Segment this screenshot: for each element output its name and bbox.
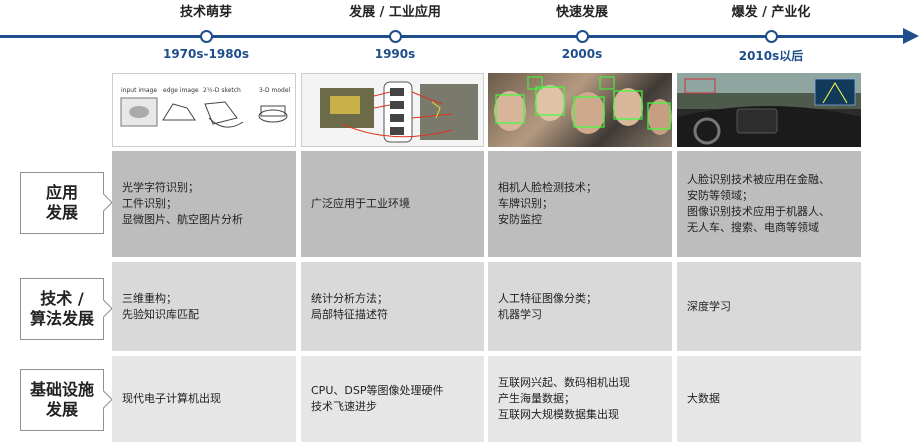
- thumbnail-vision-stages: input image edge image 2½-D sketch 3-D m…: [112, 73, 296, 147]
- thumbnail-feature-matching: [301, 73, 484, 147]
- era-3: 快速发展 2000s: [488, 0, 676, 61]
- era-1: 技术萌芽 1970s-1980s: [112, 0, 300, 61]
- cell-line: 安防等领域；: [687, 189, 753, 202]
- cell-line: 深度学习: [687, 299, 731, 313]
- cell-line: CPU、DSP等图像处理硬件: [311, 384, 444, 397]
- cell-line: 人工特征图像分类；: [498, 291, 597, 305]
- cell-line: 技术飞速进步: [311, 400, 377, 413]
- stage-label: input image: [121, 87, 157, 94]
- era-year: 2010s以后: [738, 49, 804, 63]
- cell-line: 互联网兴起、数码相机出现: [498, 376, 630, 389]
- row-label-line: 基础设施: [29, 380, 94, 399]
- era-title: 发展 / 工业应用: [349, 5, 441, 20]
- timeline-dot-icon: [389, 30, 402, 43]
- cell-application-1990s: 广泛应用于工业环境: [301, 151, 484, 257]
- cell-infrastructure-1970s: 现代电子计算机出现: [112, 356, 296, 442]
- timeline-dot-icon: [200, 30, 213, 43]
- feature-matching-illustration: [320, 81, 478, 143]
- timeline-dot-icon: [765, 30, 778, 43]
- cell-infrastructure-2000s: 互联网兴起、数码相机出现 产生海量数据； 互联网大规模数据集出现: [488, 356, 672, 442]
- timeline-dot-icon: [576, 30, 589, 43]
- face-detection-illustration: [494, 76, 672, 135]
- cell-line: 产生海量数据；: [498, 392, 575, 405]
- cell-infrastructure-1990s: CPU、DSP等图像处理硬件 技术飞速进步: [301, 356, 484, 442]
- cell-line: 机器学习: [498, 307, 542, 321]
- cell-line: 广泛应用于工业环境: [311, 197, 410, 210]
- cell-algorithm-1990s: 统计分析方法； 局部特征描述符: [301, 262, 484, 351]
- row-label-line: 算法发展: [29, 309, 94, 328]
- cell-line: 人脸识别技术被应用在金融、: [687, 173, 830, 186]
- cell-line: 安防监控: [498, 213, 542, 226]
- cell-line: 现代电子计算机出现: [122, 392, 221, 405]
- cell-line: 互联网大规模数据集出现: [498, 408, 619, 421]
- vision-stages-illustration: input image edge image 2½-D sketch 3-D m…: [120, 87, 291, 128]
- cell-application-1970s: 光学字符识别； 工件识别； 显微图片、航空图片分析: [112, 151, 296, 257]
- era-year: 2000s: [561, 47, 603, 61]
- stage-label: edge image: [163, 87, 199, 94]
- cell-line: 先验知识库匹配: [122, 307, 199, 321]
- thumbnail-face-detection: [488, 73, 672, 147]
- era-4: 爆发 / 产业化 2010s以后: [677, 0, 865, 63]
- row-label-line: 发展: [45, 203, 78, 222]
- timeline-arrow-icon: [903, 28, 919, 44]
- era-title: 技术萌芽: [179, 5, 232, 20]
- era-year: 1990s: [374, 47, 416, 61]
- cell-algorithm-1970s: 三维重构； 先验知识库匹配: [112, 262, 296, 351]
- row-label-application: 应用 发展: [20, 172, 104, 234]
- cell-line: 工件识别；: [122, 197, 177, 210]
- cell-algorithm-2000s: 人工特征图像分类； 机器学习: [488, 262, 672, 351]
- cell-line: 大数据: [687, 392, 720, 405]
- row-label-infrastructure: 基础设施 发展: [20, 369, 104, 431]
- cell-line: 相机人脸检测技术；: [498, 181, 597, 194]
- autonomous-car-illustration: [677, 73, 861, 147]
- stage-label: 3-D model: [259, 87, 291, 94]
- cell-infrastructure-2010s: 大数据: [677, 356, 861, 442]
- row-label-line: 技术 /: [40, 289, 84, 308]
- row-label-line: 发展: [45, 400, 78, 419]
- cell-line: 显微图片、航空图片分析: [122, 213, 243, 226]
- thumbnail-autonomous-car: [677, 73, 861, 147]
- era-title: 快速发展: [555, 5, 608, 20]
- cell-application-2000s: 相机人脸检测技术； 车牌识别； 安防监控: [488, 151, 672, 257]
- cell-line: 局部特征描述符: [311, 307, 388, 321]
- row-label-line: 应用: [45, 183, 78, 202]
- cell-line: 无人车、搜索、电商等领域: [687, 221, 819, 234]
- cell-line: 三维重构；: [122, 291, 177, 305]
- cell-line: 光学字符识别；: [122, 181, 199, 194]
- cell-algorithm-2010s: 深度学习: [677, 262, 861, 351]
- cell-application-2010s: 人脸识别技术被应用在金融、 安防等领域； 图像识别技术应用于机器人、 无人车、搜…: [677, 151, 861, 257]
- row-label-algorithm: 技术 / 算法发展: [20, 278, 104, 340]
- era-title: 爆发 / 产业化: [731, 5, 811, 20]
- era-2: 发展 / 工业应用 1990s: [301, 0, 489, 61]
- cell-line: 车牌识别；: [498, 197, 553, 210]
- stage-label: 2½-D sketch: [203, 87, 241, 94]
- era-year: 1970s-1980s: [162, 47, 250, 61]
- cell-line: 统计分析方法；: [311, 291, 388, 305]
- cell-line: 图像识别技术应用于机器人、: [687, 205, 830, 218]
